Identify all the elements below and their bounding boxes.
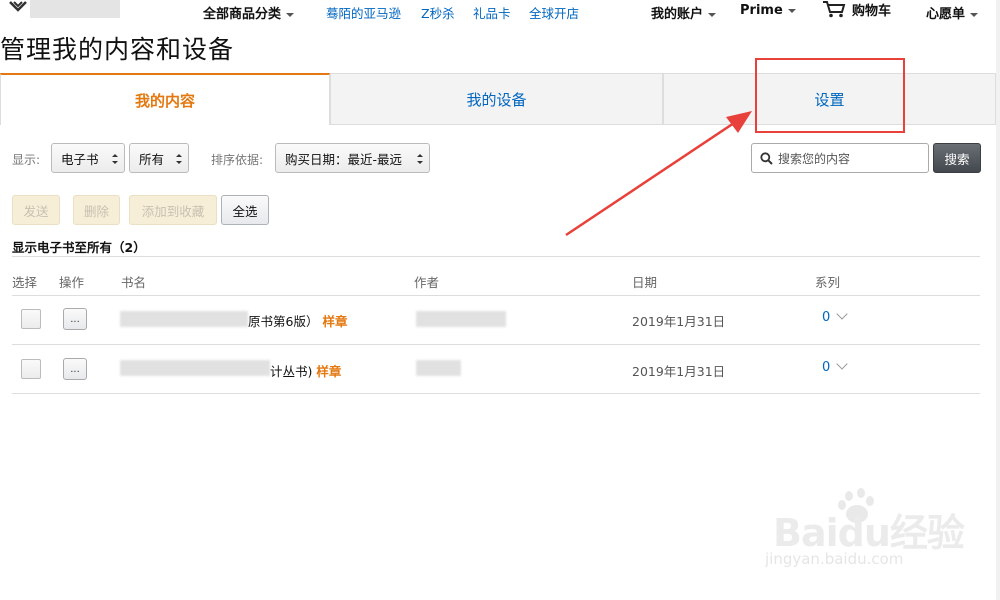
account-label: 我的账户: [651, 7, 704, 22]
annotation-highlight-box: [755, 58, 905, 133]
search-input[interactable]: 搜索您的内容: [751, 143, 929, 173]
row-actions-button[interactable]: ...: [63, 308, 87, 330]
series-count: 0: [822, 310, 831, 325]
scrollbar[interactable]: [996, 0, 1000, 600]
chevron-down-icon: [836, 308, 848, 320]
select-arrows-icon: [112, 154, 118, 164]
show-label: 显示:: [12, 153, 41, 167]
sort-select[interactable]: 购买日期：最近-最远: [275, 143, 430, 173]
content-type-select[interactable]: 电子书: [51, 143, 125, 173]
watermark-text: Baidu经验: [773, 511, 965, 555]
row-date: 2019年1月31日: [632, 314, 726, 329]
select-arrows-icon: [417, 154, 423, 164]
blurred-title: [120, 311, 248, 327]
amazon-logo-icon[interactable]: [8, 0, 28, 14]
divider: [12, 344, 980, 345]
cart-icon: [823, 1, 846, 18]
sort-label: 排序依据:: [211, 153, 264, 167]
blurred-author: [416, 311, 506, 327]
blurred-title: [120, 360, 270, 376]
delete-button[interactable]: 删除: [73, 195, 120, 225]
categories-label: 全部商品分类: [203, 7, 282, 22]
header-author: 作者: [414, 275, 440, 290]
page-title: 管理我的内容和设备: [0, 35, 235, 64]
book-title-text: 计丛书): [270, 364, 313, 379]
sample-link[interactable]: 样章: [322, 314, 347, 329]
table-row: ... 计丛书) 样章 2019年1月31日 0: [12, 346, 980, 394]
blurred-logo-text: [30, 0, 120, 18]
content-scope-select[interactable]: 所有: [129, 143, 189, 173]
nav-link-gift-card[interactable]: 礼品卡: [473, 3, 511, 22]
blurred-author: [416, 360, 461, 376]
caret-down-icon: [708, 12, 717, 17]
caret-down-icon: [286, 12, 295, 17]
table-row: ... 原书第6版） 样章 2019年1月31日 0: [12, 296, 980, 344]
cart-link[interactable]: 购物车: [822, 0, 891, 19]
baidu-watermark: Baidu经验 jingyan.baidu.com: [755, 488, 975, 578]
header-title: 书名: [121, 275, 147, 290]
sort-value: 购买日期：最近-最远: [285, 151, 403, 167]
page: 全部商品分类 蓦陌的亚马逊 Z秒杀 礼品卡 全球开店 我的账户 Prime 购物…: [0, 0, 1000, 600]
row-date: 2019年1月31日: [632, 364, 726, 379]
row-checkbox[interactable]: [21, 359, 41, 379]
result-count: 显示电子书至所有（2）: [12, 240, 146, 255]
book-title[interactable]: 计丛书) 样章: [270, 361, 341, 380]
annotation-arrow-icon: [565, 111, 752, 237]
categories-menu[interactable]: 全部商品分类: [203, 3, 295, 22]
cart-label: 购物车: [852, 4, 892, 19]
row-actions-button[interactable]: ...: [63, 358, 87, 380]
book-title[interactable]: 原书第6版） 样章: [248, 311, 347, 330]
watermark-url: jingyan.baidu.com: [765, 550, 904, 568]
wishlist-label: 心愿单: [926, 7, 966, 22]
prime-label: Prime: [740, 3, 783, 18]
divider: [12, 256, 980, 257]
caret-down-icon: [787, 8, 796, 13]
tab-my-content[interactable]: 我的内容: [0, 73, 330, 125]
header-date: 日期: [632, 275, 658, 290]
select-arrows-icon: [176, 154, 182, 164]
add-to-collection-button[interactable]: 添加到收藏: [129, 195, 217, 225]
sample-link[interactable]: 样章: [316, 364, 341, 379]
send-button[interactable]: 发送: [12, 195, 60, 225]
row-checkbox[interactable]: [21, 309, 41, 329]
wishlist-menu[interactable]: 心愿单: [926, 3, 979, 22]
content-scope-value: 所有: [139, 151, 165, 167]
series-toggle[interactable]: 0: [822, 308, 848, 325]
content-type-value: 电子书: [61, 151, 99, 167]
nav-link-store[interactable]: 蓦陌的亚马逊: [326, 3, 401, 22]
account-menu[interactable]: 我的账户: [651, 3, 717, 22]
book-title-text: 原书第6版）: [248, 314, 319, 329]
caret-down-icon: [970, 12, 979, 17]
top-nav: 全部商品分类 蓦陌的亚马逊 Z秒杀 礼品卡 全球开店 我的账户 Prime 购物…: [0, 0, 1000, 24]
series-count: 0: [822, 360, 831, 375]
prime-menu[interactable]: Prime: [740, 3, 796, 18]
search-placeholder: 搜索您的内容: [778, 151, 851, 166]
divider: [12, 393, 980, 394]
search-button[interactable]: 搜索: [933, 143, 981, 173]
nav-link-global-selling[interactable]: 全球开店: [529, 3, 579, 22]
search-icon: [760, 152, 773, 165]
header-select: 选择: [12, 275, 38, 290]
series-toggle[interactable]: 0: [822, 358, 848, 375]
header-actions: 操作: [59, 275, 85, 290]
select-all-button[interactable]: 全选: [221, 195, 269, 225]
nav-link-deals[interactable]: Z秒杀: [421, 3, 455, 22]
chevron-down-icon: [836, 358, 848, 370]
header-series: 系列: [815, 275, 841, 290]
